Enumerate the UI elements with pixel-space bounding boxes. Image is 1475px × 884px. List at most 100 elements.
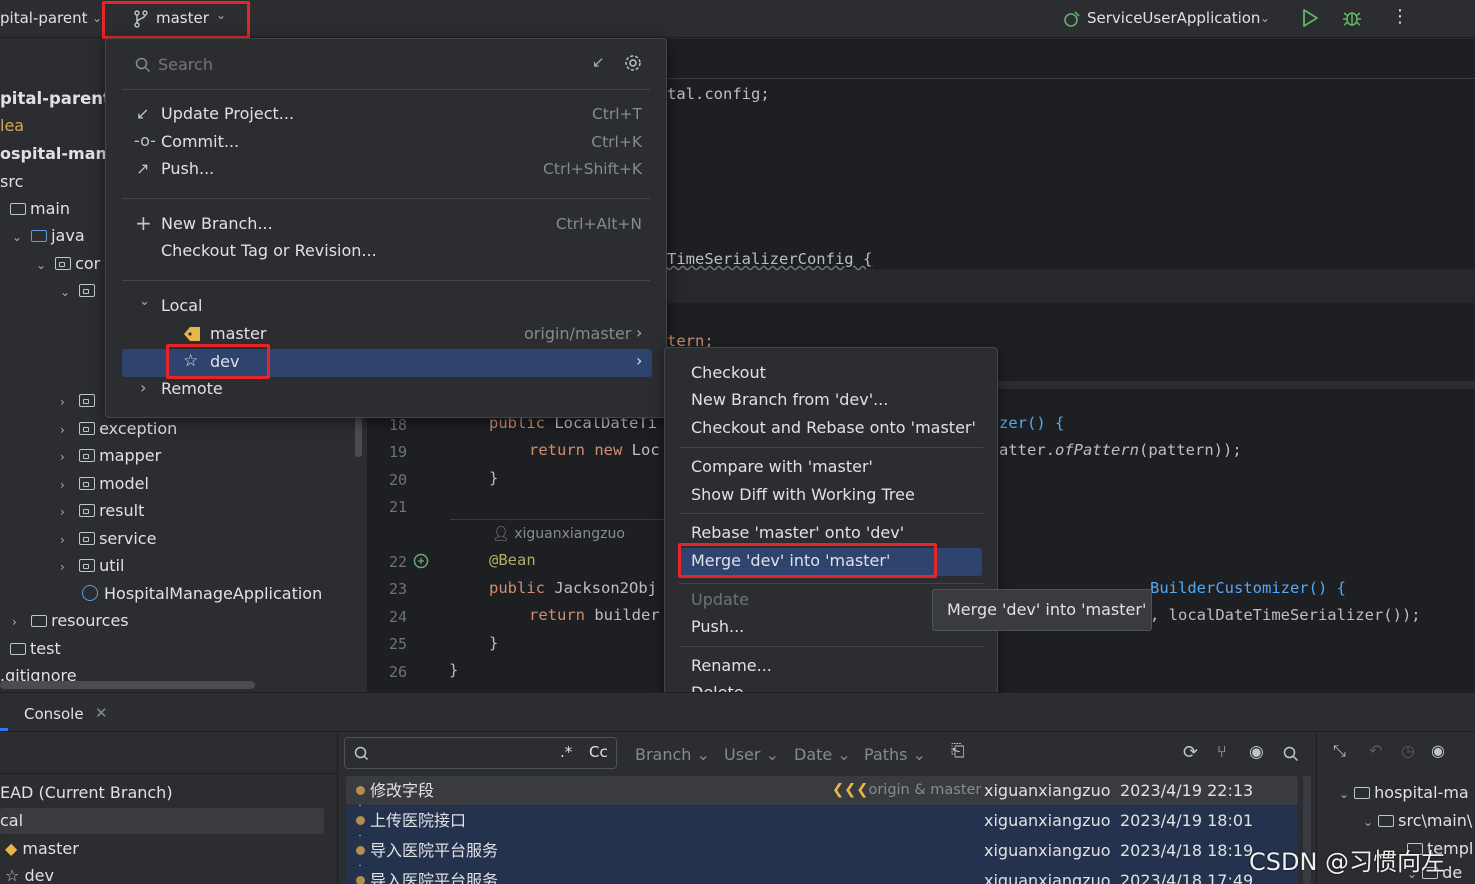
log-search-field[interactable]: .* Cc bbox=[344, 737, 617, 769]
tree-item-exception[interactable]: › exception bbox=[60, 416, 177, 442]
chevron-right-icon: › bbox=[60, 533, 65, 547]
branch-search-input[interactable] bbox=[158, 51, 578, 77]
chevron-right-icon: › bbox=[60, 450, 65, 464]
debug-icon[interactable] bbox=[1341, 7, 1363, 29]
submenu-new-branch-from[interactable]: New Branch from 'dev'... bbox=[691, 390, 888, 409]
folder-icon bbox=[1378, 815, 1395, 827]
commit-row[interactable]: 上传医院接口 xiguanxiangzuo 2023/4/19 18:01 bbox=[346, 806, 1298, 835]
commit-node bbox=[356, 876, 365, 884]
tree-item-module[interactable]: ospital-mana bbox=[0, 141, 118, 167]
tree-item-src[interactable]: src bbox=[0, 169, 23, 195]
tree-item-main[interactable]: main bbox=[10, 196, 70, 222]
commit-date: 2023/4/18 17:49 bbox=[1120, 871, 1254, 884]
tree-root[interactable]: pital-parent bbox=[0, 86, 111, 112]
tree-item-application[interactable]: HospitalManageApplication bbox=[82, 581, 322, 607]
submenu-checkout[interactable]: Checkout bbox=[691, 363, 766, 382]
history-icon: ◷ bbox=[1401, 741, 1415, 760]
refresh-icon[interactable]: ⟳ bbox=[1183, 742, 1198, 763]
menu-commit[interactable]: -o- Commit... Ctrl+K bbox=[106, 129, 666, 156]
commit-author: xiguanxiangzuo bbox=[984, 841, 1111, 860]
commit-author: xiguanxiangzuo bbox=[984, 781, 1111, 800]
graph-icon[interactable]: ⑂ bbox=[1217, 742, 1227, 761]
vertical-scrollbar[interactable] bbox=[355, 417, 362, 457]
tree-item-util[interactable]: › util bbox=[60, 553, 124, 579]
filter-date[interactable]: Date ⌄ bbox=[794, 745, 851, 764]
tree-item-service[interactable]: › service bbox=[60, 526, 156, 552]
code-text: zer() { bbox=[999, 414, 1065, 432]
menu-push[interactable]: ↗ Push... Ctrl+Shift+K bbox=[106, 156, 666, 183]
code-keyword: return new bbox=[529, 441, 623, 459]
menu-shortcut: Ctrl+K bbox=[591, 133, 642, 151]
commit-date: 2023/4/19 18:01 bbox=[1120, 811, 1254, 830]
group-local[interactable]: ⌄ Local bbox=[106, 293, 666, 320]
branch-group-local[interactable]: cal bbox=[0, 808, 324, 834]
filter-paths[interactable]: Paths ⌄ bbox=[864, 745, 926, 764]
close-icon[interactable]: ✕ bbox=[95, 704, 108, 722]
watermark: CSDN @习惯向左 bbox=[1249, 848, 1446, 876]
tab-console[interactable]: Console bbox=[24, 705, 84, 723]
menu-new-branch[interactable]: + New Branch... Ctrl+Alt+N bbox=[106, 211, 666, 238]
tree-item-package[interactable]: ⌄ bbox=[60, 278, 99, 304]
tree-item-mapper[interactable]: › mapper bbox=[60, 443, 161, 469]
update-icon: ↙ bbox=[136, 104, 150, 123]
code-line-22: @Bean bbox=[489, 551, 536, 569]
new-tab-icon[interactable]: ⎗ bbox=[951, 741, 965, 761]
folder-icon bbox=[31, 615, 48, 627]
tree-item-model[interactable]: › model bbox=[60, 471, 149, 497]
collapse-icon[interactable]: ↙ bbox=[592, 53, 605, 71]
tree-item-resources[interactable]: › resources bbox=[12, 608, 129, 634]
submenu-show-diff[interactable]: Show Diff with Working Tree bbox=[691, 485, 915, 504]
tree-item-test[interactable]: test bbox=[10, 636, 61, 662]
gear-icon[interactable] bbox=[624, 54, 642, 72]
commit-message: 上传医院接口 bbox=[370, 811, 467, 830]
package-icon bbox=[79, 532, 96, 545]
code-fragment: zer() { bbox=[999, 414, 1064, 432]
menu-update-project[interactable]: ↙ Update Project... Ctrl+T bbox=[106, 101, 666, 128]
search-icon[interactable] bbox=[1283, 746, 1299, 762]
run-icon[interactable] bbox=[1301, 8, 1319, 28]
tree-item-result[interactable]: › result bbox=[60, 498, 144, 524]
case-toggle[interactable]: Cc bbox=[589, 743, 608, 761]
commit-author: xiguanxiangzuo bbox=[984, 871, 1111, 884]
submenu-push[interactable]: Push... bbox=[691, 617, 744, 636]
eye-icon[interactable]: ◉ bbox=[1431, 741, 1445, 760]
chevron-down-icon: ⌄ bbox=[12, 230, 23, 244]
line-number: 22 bbox=[388, 553, 407, 571]
submenu-compare[interactable]: Compare with 'master' bbox=[691, 457, 873, 476]
more-options-icon[interactable]: ⋮ bbox=[1391, 6, 1409, 27]
commit-date: 2023/4/18 18:19 bbox=[1120, 841, 1254, 860]
chevron-right-icon: › bbox=[60, 395, 65, 409]
highlight-box bbox=[102, 1, 250, 39]
commit-row[interactable]: 导入医院平台服务 xiguanxiangzuo 2023/4/18 18:19 bbox=[346, 836, 1298, 865]
tree-item-package[interactable]: ⌄ cor bbox=[36, 251, 100, 277]
submenu-rename[interactable]: Rename... bbox=[691, 656, 772, 675]
bean-gutter-icon[interactable] bbox=[413, 553, 429, 569]
project-name[interactable]: pital-parent bbox=[0, 9, 88, 27]
tree-item-idea[interactable]: lea bbox=[0, 113, 24, 139]
changes-tree-module[interactable]: ⌄ hospital-ma bbox=[1339, 783, 1469, 802]
filter-branch[interactable]: Branch ⌄ bbox=[635, 745, 710, 764]
chevron-down-icon[interactable]: ⌄ bbox=[92, 11, 102, 25]
eye-icon[interactable]: ◉ bbox=[1249, 742, 1264, 762]
collapse-all-icon[interactable]: ⤡ bbox=[1333, 741, 1346, 761]
commit-message: 导入医院平台服务 bbox=[370, 871, 499, 884]
horizontal-scrollbar[interactable] bbox=[0, 681, 255, 689]
changes-tree-src[interactable]: ⌄ src\main\ bbox=[1363, 811, 1472, 830]
menu-checkout-tag[interactable]: Checkout Tag or Revision... bbox=[106, 238, 666, 265]
chevron-down-icon[interactable]: ⌄ bbox=[1260, 11, 1270, 25]
separator bbox=[679, 583, 983, 584]
run-configuration[interactable]: ServiceUserApplication bbox=[1087, 9, 1260, 27]
commit-row[interactable]: 导入医院平台服务 xiguanxiangzuo 2023/4/18 17:49 bbox=[346, 866, 1298, 884]
submenu-rebase[interactable]: Rebase 'master' onto 'dev' bbox=[691, 523, 904, 542]
tree-item-java[interactable]: ⌄ java bbox=[12, 223, 85, 249]
group-remote[interactable]: › Remote bbox=[106, 376, 666, 403]
branch-master[interactable]: ◆ master bbox=[5, 839, 79, 858]
commit-row[interactable]: 修改字段 ❮❮❮origin & master xiguanxiangzuo 2… bbox=[346, 776, 1298, 805]
tree-item-package[interactable]: › bbox=[60, 388, 99, 414]
regex-toggle[interactable]: .* bbox=[560, 743, 572, 761]
filter-user[interactable]: User ⌄ bbox=[724, 745, 779, 764]
branches-pane: EAD (Current Branch) cal ◆ master ☆ dev bbox=[0, 733, 338, 884]
branch-head[interactable]: EAD (Current Branch) bbox=[0, 783, 173, 802]
branch-dev[interactable]: ☆ dev bbox=[5, 866, 54, 884]
submenu-checkout-rebase[interactable]: Checkout and Rebase onto 'master' bbox=[691, 418, 976, 437]
